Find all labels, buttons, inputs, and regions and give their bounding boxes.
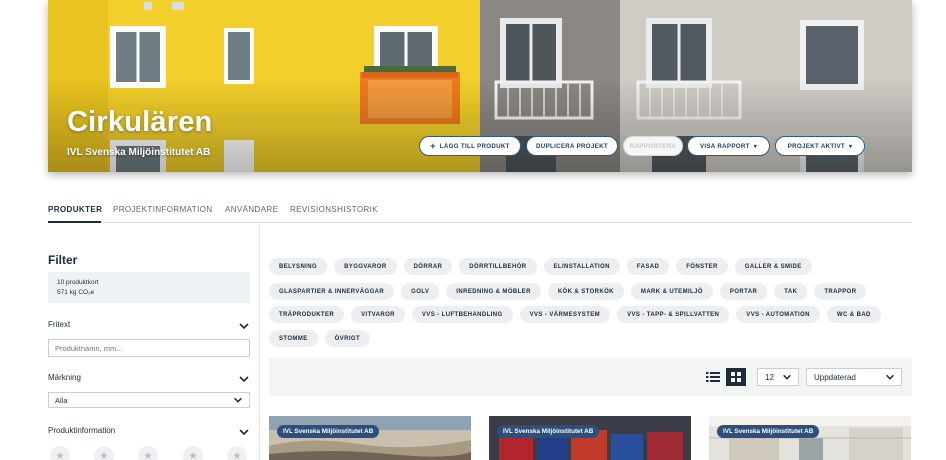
freetext-search-input[interactable] [48, 339, 250, 357]
duplicate-project-label: DUPLICERA PROJEKT [536, 142, 608, 150]
category-chip[interactable]: DÖRRAR [403, 258, 453, 275]
category-chip[interactable]: FASAD [626, 258, 670, 275]
project-status-dropdown[interactable]: PROJEKT AKTIVT ▾ [775, 136, 865, 156]
product-image [709, 416, 911, 460]
product-information-label: Produktinformation [48, 426, 116, 435]
category-chip[interactable]: VVS - AUTOMATION [736, 306, 820, 323]
per-page-select[interactable]: 12 [757, 368, 799, 386]
tab-revision-history[interactable]: REVISIONSHISTORIK [290, 205, 378, 214]
chevron-down-icon: ▾ [848, 143, 853, 150]
star-icon[interactable]: ★ [183, 446, 203, 460]
project-organization: IVL Svenska Miljöinstitutet AB [67, 147, 211, 158]
category-chip[interactable]: GALLER & SMIDE [734, 258, 812, 275]
category-chip[interactable]: FÖNSTER [676, 258, 728, 275]
chevron-down-icon [886, 374, 894, 380]
product-card[interactable]: IVL Svenska Miljöinstitutet AB [709, 416, 911, 460]
grid-view-icon [731, 372, 741, 382]
marking-label: Märkning [48, 373, 81, 382]
category-chip[interactable]: KÖK & STORKÖK [547, 283, 624, 300]
per-page-value: 12 [765, 372, 774, 382]
category-chip[interactable]: BELYSNING [269, 258, 328, 275]
sort-value: Uppdaterad [814, 372, 856, 382]
chevron-down-icon[interactable] [238, 320, 250, 332]
category-chip[interactable]: GOLV [401, 283, 440, 300]
plus-icon: + [430, 140, 436, 151]
product-image [269, 416, 471, 460]
category-chip[interactable]: STOMME [269, 330, 318, 347]
category-row: STOMME ÖVRIGT [269, 330, 371, 347]
marking-select-value: Alla [55, 395, 68, 405]
category-chip[interactable]: GLASPARTIER & INNERVÄGGAR [269, 283, 395, 300]
category-chip[interactable]: MARK & UTEMILJÖ [630, 283, 713, 300]
category-chip[interactable]: ÖVRIGT [324, 330, 371, 347]
category-chip[interactable]: WC & BAD [826, 306, 881, 323]
filter-heading: Filter [48, 253, 78, 267]
show-report-label: VISA RAPPORT [699, 142, 750, 150]
product-image [489, 416, 691, 460]
results-toolbar: 12 Uppdaterad [269, 358, 912, 396]
category-row: BELYSNING BYGGVAROR DÖRRAR DÖRRTILLBEHÖR… [269, 258, 812, 275]
tab-products[interactable]: PRODUKTER [48, 205, 102, 214]
co2-total: 571 kg CO₂e [57, 289, 95, 296]
category-row: GLASPARTIER & INNERVÄGGAR GOLV INREDNING… [269, 283, 867, 300]
add-product-button[interactable]: + LÄGG TILL PRODUKT [419, 136, 521, 156]
filter-sidebar: Filter 10 produktkort 571 kg CO₂e Fritex… [48, 224, 260, 460]
star-icon[interactable]: ★ [94, 446, 114, 460]
product-card[interactable]: IVL Svenska Miljöinstitutet AB [489, 416, 691, 460]
chevron-down-icon[interactable] [238, 426, 250, 438]
marking-select[interactable]: Alla [48, 392, 250, 408]
sort-select[interactable]: Uppdaterad [806, 368, 902, 386]
filter-summary: 10 produktkort 571 kg CO₂e [48, 272, 250, 303]
chevron-down-icon[interactable] [238, 373, 250, 385]
chevron-down-icon [234, 397, 242, 403]
report-button[interactable]: RAPPORTERA [623, 136, 683, 156]
category-chip[interactable]: VITVAROR [351, 306, 405, 323]
category-row: TRÄPRODUKTER VITVAROR VVS - LUFTBEHANDLI… [269, 306, 881, 323]
card-organization-badge: IVL Svenska Miljöinstitutet AB [497, 425, 600, 438]
tab-users[interactable]: ANVÄNDARE [225, 205, 278, 214]
project-status-label: PROJEKT AKTIVT [787, 142, 845, 150]
category-chip[interactable]: ELINSTALLATION [543, 258, 620, 275]
star-icon[interactable]: ★ [227, 446, 247, 460]
star-icon[interactable]: ★ [50, 446, 70, 460]
category-chip[interactable]: VVS - VÄRMESYSTEM [519, 306, 611, 323]
project-tabs: PRODUKTER PROJEKTINFORMATION ANVÄNDARE R… [48, 203, 912, 223]
card-organization-badge: IVL Svenska Miljöinstitutet AB [717, 425, 820, 438]
category-chip[interactable]: TRAPPOR [814, 283, 867, 300]
category-chip[interactable]: BYGGVAROR [334, 258, 397, 275]
tab-project-information[interactable]: PROJEKTINFORMATION [113, 205, 213, 214]
category-chip[interactable]: TRÄPRODUKTER [269, 306, 345, 323]
category-chip[interactable]: INREDNING & MÖBLER [446, 283, 541, 300]
product-count: 10 produktkort [57, 279, 99, 286]
chevron-down-icon [783, 374, 791, 380]
category-chip[interactable]: DÖRRTILLBEHÖR [459, 258, 537, 275]
category-chip[interactable]: TAK [774, 283, 808, 300]
add-product-label: LÄGG TILL PRODUKT [439, 142, 510, 150]
freetext-label: Fritext [48, 320, 71, 329]
card-organization-badge: IVL Svenska Miljöinstitutet AB [277, 425, 380, 438]
list-view-icon[interactable] [706, 370, 720, 384]
active-tab-indicator [48, 221, 101, 223]
show-report-dropdown[interactable]: VISA RAPPORT ▾ [687, 136, 770, 156]
chevron-down-icon: ▾ [753, 143, 758, 150]
star-icon[interactable]: ★ [138, 446, 158, 460]
category-chip[interactable]: PORTAR [719, 283, 768, 300]
category-chip[interactable]: VVS - TAPP- & SPILLVATTEN [617, 306, 730, 323]
report-label: RAPPORTERA [629, 142, 677, 150]
duplicate-project-button[interactable]: DUPLICERA PROJEKT [526, 136, 618, 156]
grid-view-button[interactable] [726, 368, 746, 386]
project-title: Cirkulären [67, 106, 213, 138]
product-card[interactable]: IVL Svenska Miljöinstitutet AB [269, 416, 471, 460]
category-chip[interactable]: VVS - LUFTBEHANDLING [411, 306, 513, 323]
